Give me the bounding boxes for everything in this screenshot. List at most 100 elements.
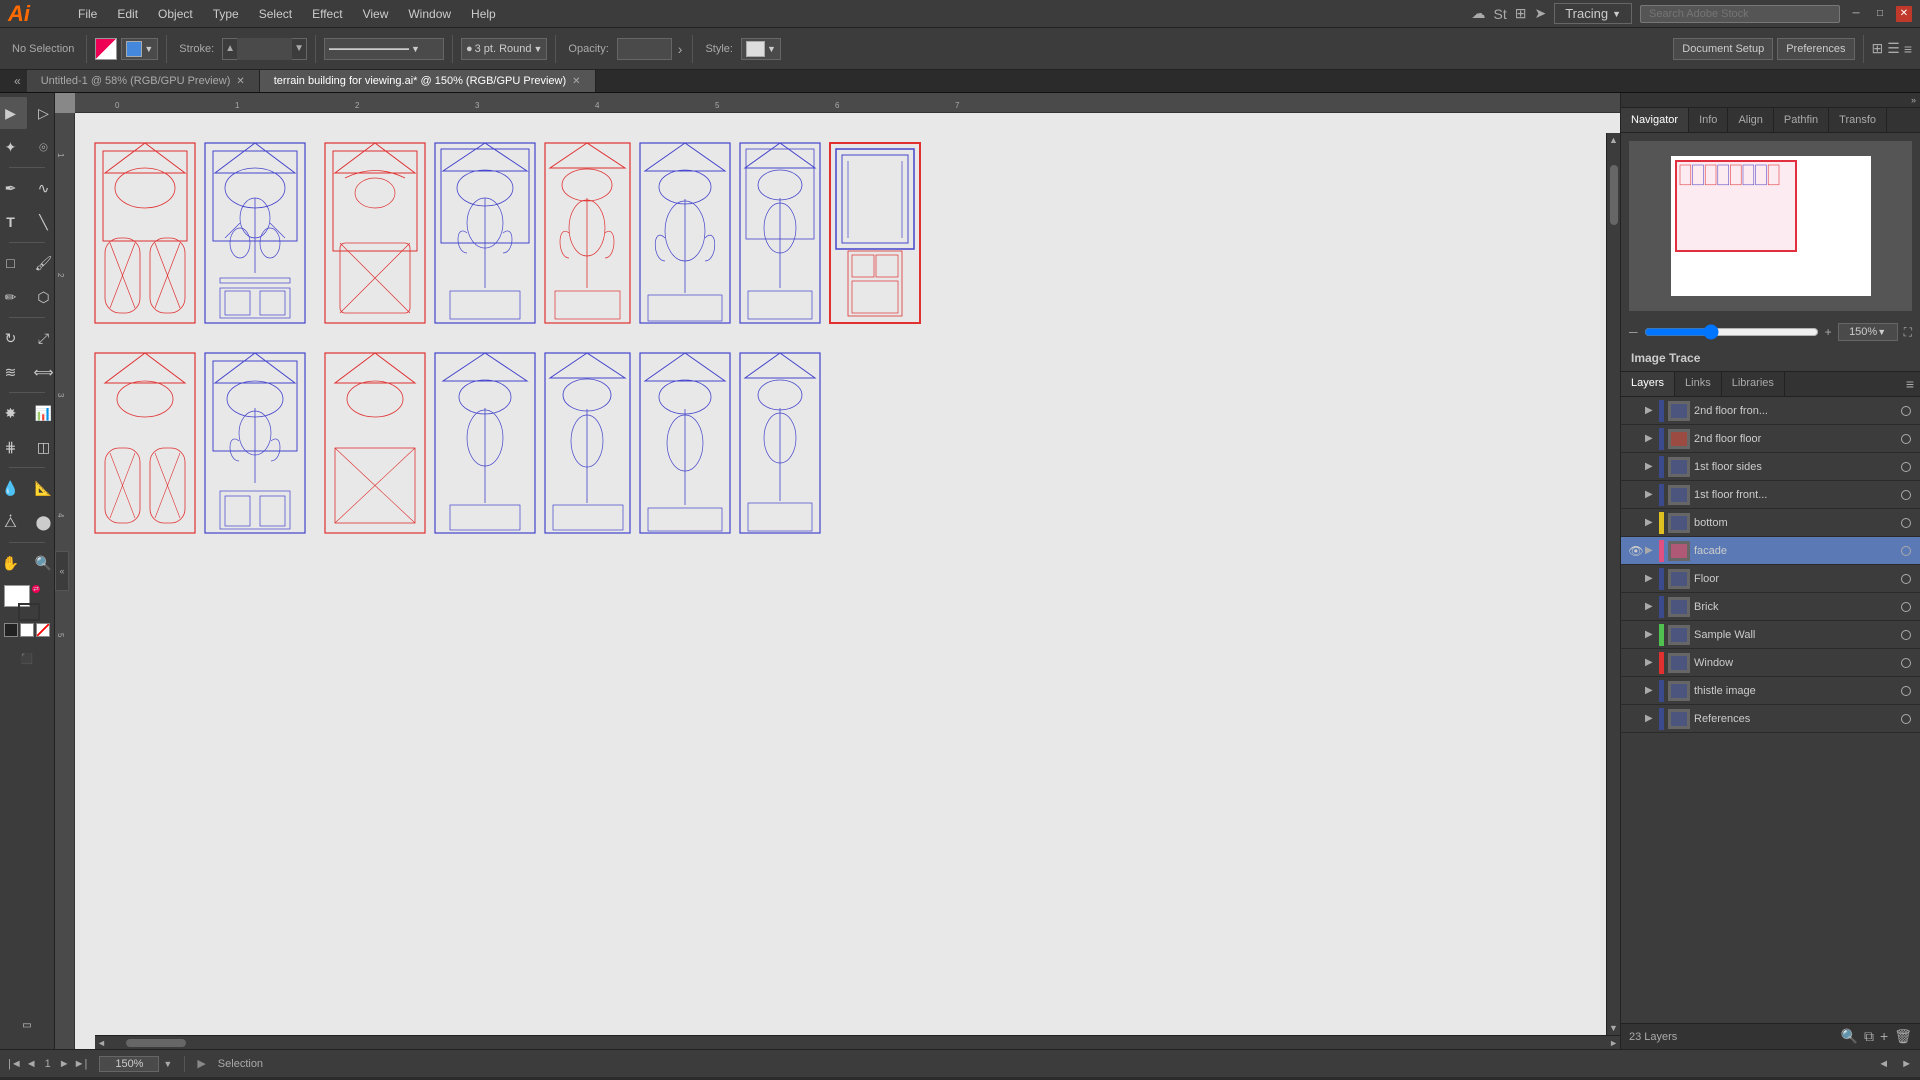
menu-window[interactable]: Window <box>398 5 461 23</box>
fill-color-box[interactable] <box>95 38 117 60</box>
layers-tab-libraries[interactable]: Libraries <box>1722 372 1785 396</box>
nav-tab-align[interactable]: Align <box>1728 108 1773 132</box>
layer-target-3[interactable] <box>1898 490 1914 500</box>
layer-target-6[interactable] <box>1898 574 1914 584</box>
artboard-tool[interactable]: ▭ <box>11 1009 43 1041</box>
paintbrush-tool[interactable]: 🖌 <box>28 247 56 279</box>
live-paint-tool[interactable]: ⬤ <box>28 506 56 538</box>
layer-expand-1[interactable]: ▶ <box>1645 433 1659 444</box>
magic-wand-tool[interactable]: ✦ <box>0 131 27 163</box>
layer-target-4[interactable] <box>1898 518 1914 528</box>
layer-row-4[interactable]: ▶bottom <box>1621 509 1920 537</box>
fill-type-dropdown[interactable]: ▼ <box>121 38 158 60</box>
layer-target-2[interactable] <box>1898 462 1914 472</box>
slice-tool[interactable]: ⋕ <box>0 431 27 463</box>
line-tool[interactable]: ╲ <box>28 206 56 238</box>
tab-0[interactable]: Untitled-1 @ 58% (RGB/GPU Preview) ✕ <box>27 70 260 92</box>
blend-tool[interactable]: ⧊ <box>0 506 27 538</box>
layer-target-5[interactable] <box>1898 546 1914 556</box>
nav-tab-navigator[interactable]: Navigator <box>1621 108 1689 132</box>
layer-target-8[interactable] <box>1898 630 1914 640</box>
menu-effect[interactable]: Effect <box>302 5 352 23</box>
cloud-icon[interactable]: ☁ <box>1472 5 1486 22</box>
layer-row-6[interactable]: ▶Floor <box>1621 565 1920 593</box>
column-graph-tool[interactable]: 📊 <box>28 397 56 429</box>
zoom-out-icon[interactable]: ─ <box>1629 325 1638 339</box>
nav-tab-info[interactable]: Info <box>1689 108 1728 132</box>
zoom-slider[interactable] <box>1644 324 1819 340</box>
canvas-scroll-left-icon[interactable]: ◄ <box>1878 1058 1889 1070</box>
status-forward-icon[interactable]: ► <box>59 1058 70 1070</box>
layer-row-9[interactable]: ▶Window <box>1621 649 1920 677</box>
layer-target-0[interactable] <box>1898 406 1914 416</box>
arrange-icon[interactable]: ⊞ <box>1872 40 1884 57</box>
fill-stroke-swatch[interactable]: ⇄ <box>4 585 40 621</box>
layer-row-11[interactable]: ▶References <box>1621 705 1920 733</box>
share-icon[interactable]: St <box>1494 6 1507 22</box>
panel-toggle-left[interactable]: « <box>8 74 27 88</box>
rotate-tool[interactable]: ↻ <box>0 322 27 354</box>
minimize-button[interactable]: ─ <box>1848 6 1864 22</box>
vscroll-down-arrow[interactable]: ▼ <box>1609 1023 1618 1033</box>
zoom-tool[interactable]: 🔍 <box>28 547 56 579</box>
white-swatch[interactable] <box>20 623 34 637</box>
canvas-vscroll[interactable]: ▲ ▼ <box>1606 133 1620 1035</box>
stroke-round-dropdown[interactable]: ● 3 pt. Round ▼ <box>461 38 547 60</box>
layer-expand-2[interactable]: ▶ <box>1645 461 1659 472</box>
stroke-style-dropdown[interactable]: ▼ <box>324 38 444 60</box>
layer-row-10[interactable]: ▶thistle image <box>1621 677 1920 705</box>
tab-1-close[interactable]: ✕ <box>572 76 580 87</box>
menu-edit[interactable]: Edit <box>107 5 148 23</box>
tab-1[interactable]: terrain building for viewing.ai* @ 150% … <box>260 70 596 92</box>
layer-row-7[interactable]: ▶Brick <box>1621 593 1920 621</box>
panel-collapse-right[interactable]: » <box>1911 95 1916 105</box>
layer-expand-5[interactable]: ▶ <box>1645 545 1659 556</box>
pen-tool[interactable]: ✒ <box>0 172 27 204</box>
layer-expand-3[interactable]: ▶ <box>1645 489 1659 500</box>
layer-target-7[interactable] <box>1898 602 1914 612</box>
status-zoom-input[interactable] <box>99 1056 159 1072</box>
tab-0-close[interactable]: ✕ <box>236 76 244 87</box>
direct-select-tool[interactable]: ▷ <box>28 97 56 129</box>
hscroll-right-arrow[interactable]: ► <box>1609 1038 1618 1048</box>
measure-tool[interactable]: 📐 <box>28 472 56 504</box>
layer-row-3[interactable]: ▶1st floor front... <box>1621 481 1920 509</box>
layer-expand-4[interactable]: ▶ <box>1645 517 1659 528</box>
hand-tool[interactable]: ✋ <box>0 547 27 579</box>
menu-view[interactable]: View <box>353 5 399 23</box>
status-last-icon[interactable]: ►| <box>74 1058 88 1070</box>
layer-row-0[interactable]: ▶2nd floor fron... <box>1621 397 1920 425</box>
opacity-input[interactable]: 100% <box>617 38 672 60</box>
menu-file[interactable]: File <box>68 5 107 23</box>
layer-target-1[interactable] <box>1898 434 1914 444</box>
tracing-button[interactable]: Tracing ▼ <box>1554 3 1632 24</box>
nav-tab-transform[interactable]: Transfo <box>1829 108 1887 132</box>
hscroll-left-arrow[interactable]: ◄ <box>97 1038 106 1048</box>
zoom-fit-icon[interactable]: ⛶ <box>1904 325 1912 340</box>
layers-panel-menu-icon[interactable]: ≡ <box>1900 372 1920 396</box>
layout-icon[interactable]: ⊞ <box>1515 5 1527 22</box>
search-input[interactable] <box>1640 5 1840 23</box>
canvas-scroll-right-icon[interactable]: ► <box>1901 1058 1912 1070</box>
selection-tool[interactable]: ▶ <box>0 97 27 129</box>
shaper-tool[interactable]: ⬡ <box>28 281 56 313</box>
zoom-dropdown-icon[interactable]: ▼ <box>1877 327 1886 337</box>
none-swatch[interactable] <box>36 623 50 637</box>
canvas-content[interactable]: ◄ ► ▲ ▼ <box>75 113 1620 1049</box>
draw-mode-btn[interactable]: ⬛ <box>11 643 43 675</box>
menu-select[interactable]: Select <box>249 5 302 23</box>
maximize-button[interactable]: □ <box>1872 6 1888 22</box>
eyedropper-tool[interactable]: 💧 <box>0 472 27 504</box>
layer-row-5[interactable]: 👁▶facade <box>1621 537 1920 565</box>
black-swatch[interactable] <box>4 623 18 637</box>
scale-tool[interactable]: ⤢ <box>28 322 56 354</box>
layer-row-8[interactable]: ▶Sample Wall <box>1621 621 1920 649</box>
layer-expand-6[interactable]: ▶ <box>1645 573 1659 584</box>
menu-object[interactable]: Object <box>148 5 203 23</box>
create-new-layer-icon[interactable]: + <box>1880 1028 1888 1045</box>
symbol-sprayer-tool[interactable]: ✸ <box>0 397 27 429</box>
status-prev-icon[interactable]: |◄ <box>8 1058 22 1070</box>
layer-expand-7[interactable]: ▶ <box>1645 601 1659 612</box>
layer-row-1[interactable]: ▶2nd floor floor <box>1621 425 1920 453</box>
layer-visibility-5[interactable]: 👁 <box>1627 544 1645 558</box>
